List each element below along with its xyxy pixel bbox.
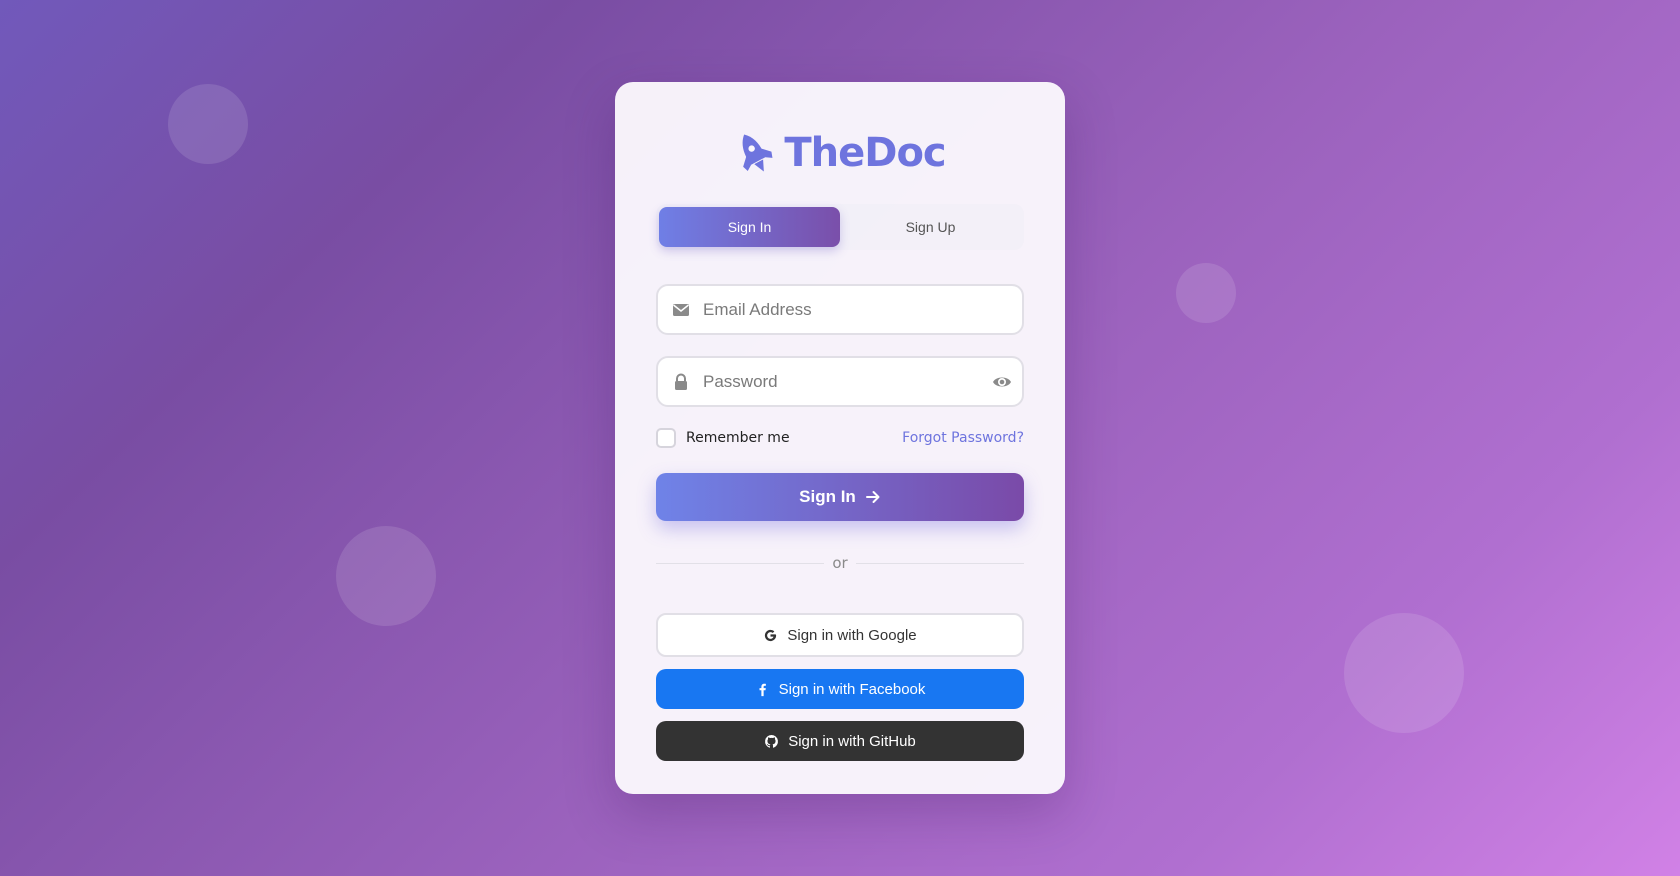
remember-checkbox[interactable] — [656, 428, 676, 448]
background-bubble — [336, 526, 436, 626]
rocket-icon — [742, 134, 773, 172]
sign-in-button-label: Sign In — [799, 487, 856, 506]
auth-tabs: Sign In Sign Up — [656, 204, 1024, 250]
google-button-label: Sign in with Google — [787, 626, 917, 644]
email-input[interactable] — [658, 286, 1022, 333]
facebook-sign-in-button[interactable]: Sign in with Facebook — [656, 669, 1024, 709]
facebook-icon — [759, 683, 766, 696]
email-field-wrapper — [656, 284, 1024, 335]
google-icon — [765, 629, 777, 641]
github-icon — [765, 734, 779, 748]
password-field-wrapper — [656, 356, 1024, 407]
lock-icon — [675, 373, 687, 390]
remember-me: Remember me — [656, 428, 790, 448]
divider-line — [656, 562, 825, 564]
arrow-right-icon — [865, 491, 880, 503]
brand-name: TheDoc — [784, 130, 946, 176]
forgot-password-link[interactable]: Forgot Password? — [902, 430, 1024, 446]
eye-icon[interactable] — [992, 372, 1012, 392]
sign-in-button[interactable]: Sign In — [656, 473, 1024, 521]
google-sign-in-button[interactable]: Sign in with Google — [656, 613, 1024, 657]
tab-sign-in[interactable]: Sign In — [659, 207, 840, 247]
remember-label: Remember me — [686, 430, 790, 446]
background-bubble — [1344, 613, 1464, 733]
form-options: Remember me Forgot Password? — [656, 427, 1024, 449]
brand-logo: TheDoc — [656, 128, 1024, 178]
envelope-icon — [673, 303, 689, 316]
github-button-label: Sign in with GitHub — [788, 732, 916, 750]
divider-line — [855, 562, 1025, 564]
facebook-button-label: Sign in with Facebook — [778, 680, 926, 698]
tab-sign-up[interactable]: Sign Up — [840, 207, 1021, 247]
or-divider: or — [656, 553, 1025, 573]
password-input[interactable] — [658, 358, 1022, 405]
background-bubble — [168, 84, 248, 164]
background-bubble — [1176, 263, 1236, 323]
github-sign-in-button[interactable]: Sign in with GitHub — [656, 721, 1024, 761]
divider-text: or — [832, 554, 848, 572]
login-card: TheDoc Sign In Sign Up Remember me Forgo… — [615, 82, 1065, 794]
